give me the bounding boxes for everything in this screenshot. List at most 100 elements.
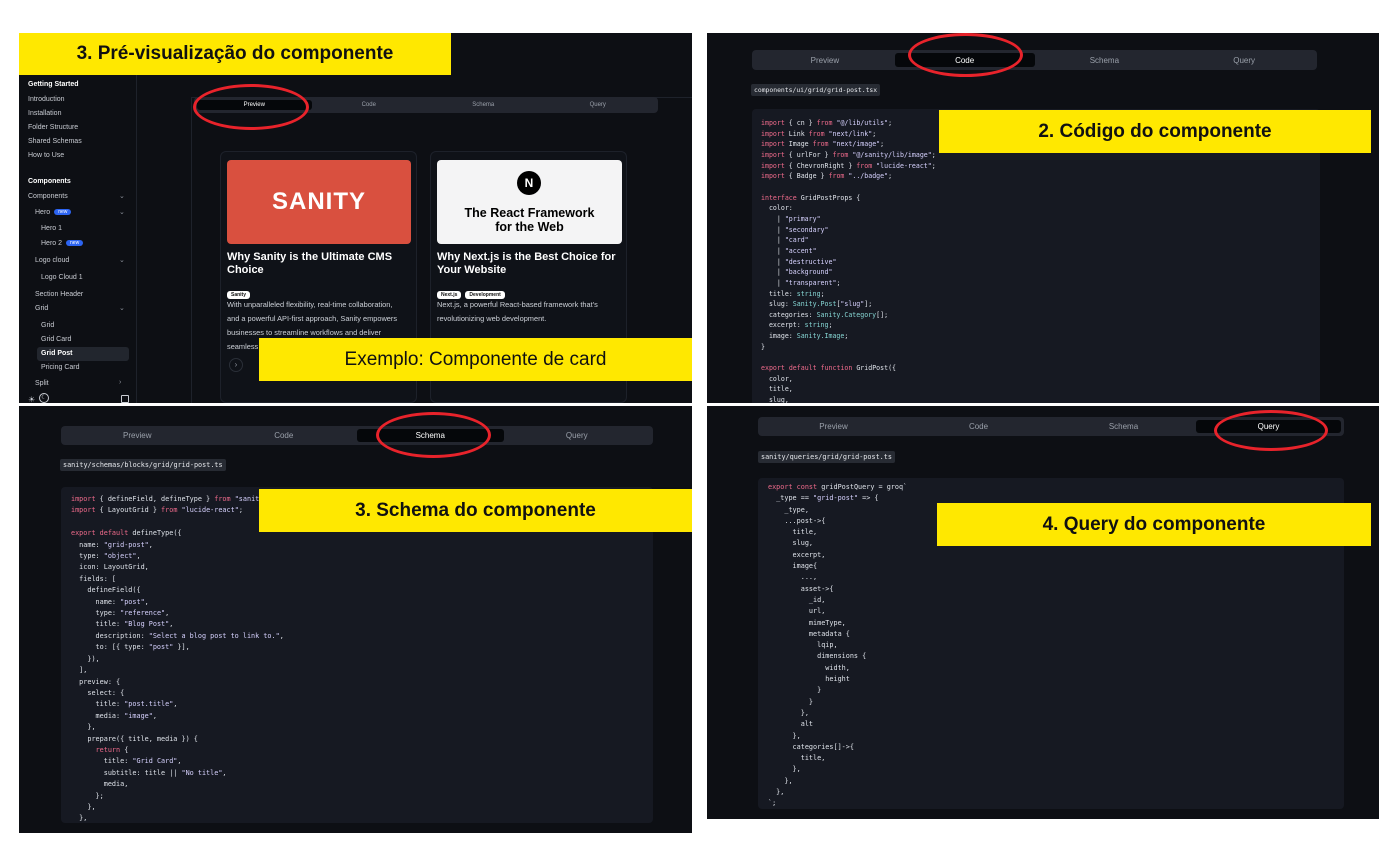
- code-lines: import { cn } from "@/lib/utils"; import …: [761, 118, 1311, 403]
- sidebar-item-grid-card[interactable]: Grid Card: [41, 336, 71, 343]
- sidebar-item-pricing-card[interactable]: Pricing Card: [41, 364, 80, 371]
- code-line: slug: Sanity.Post["slug"];: [761, 300, 873, 309]
- code-line: preview: {: [71, 677, 121, 686]
- sidebar-heading-getting-started: Getting Started: [28, 81, 79, 88]
- code-line: return {: [95, 745, 129, 754]
- code-line: subtitle: title || "No title",: [71, 768, 227, 777]
- code-line: _id,: [768, 595, 826, 604]
- sidebar-item-hero-1[interactable]: Hero 1: [41, 225, 62, 232]
- code-line: | "card": [761, 236, 809, 245]
- sidebar-item-components[interactable]: Components: [28, 193, 68, 200]
- preview-banner: 3. Pré-visualização do componente: [19, 33, 451, 75]
- code-line: prepare({ title, media }) {: [71, 734, 198, 743]
- code-line: image{: [768, 562, 818, 571]
- code-line: categories[]->{: [768, 742, 854, 751]
- sidebar: Getting Started Introduction Installatio…: [19, 75, 137, 403]
- code-line: lqip,: [768, 641, 838, 650]
- code-line: | "transparent";: [761, 278, 841, 287]
- code-line: media,: [71, 780, 129, 789]
- code-line: }),: [71, 654, 100, 663]
- code-line: `;: [768, 799, 777, 808]
- card-title: Why Next.js is the Best Choice for Your …: [437, 251, 616, 276]
- excerpt-line: revolutionizing web development.: [437, 314, 547, 323]
- sidebar-item-hero-2-label: Hero 2: [41, 240, 63, 247]
- sidebar-item-split[interactable]: Split: [35, 380, 49, 387]
- sidebar-item-grid-post[interactable]: Grid Post: [41, 350, 73, 357]
- code-line: interface GridPostProps {: [761, 193, 861, 202]
- code-line: width,: [768, 663, 850, 672]
- chevron-down-icon[interactable]: ⌄: [119, 192, 125, 200]
- code-line: name: "post",: [71, 597, 149, 606]
- code-line: };: [71, 791, 104, 800]
- code-line: categories: Sanity.Category[];: [761, 310, 889, 319]
- code-line: select: {: [71, 688, 125, 697]
- sun-icon[interactable]: ☀: [28, 395, 35, 403]
- code-line: title: "post.title",: [71, 700, 178, 709]
- arrow-button-icon[interactable]: ›: [229, 358, 243, 372]
- code-line: },: [768, 731, 801, 740]
- chevron-right-icon[interactable]: ›: [119, 379, 121, 386]
- code-line: }: [761, 342, 765, 351]
- code-line: color:: [761, 204, 793, 213]
- tab-code[interactable]: Code: [211, 429, 358, 442]
- code-line: slug,: [761, 396, 789, 403]
- code-line: },: [71, 814, 88, 823]
- code-block: import { defineField, defineType } from …: [61, 487, 653, 823]
- code-line: type: "object",: [71, 552, 141, 561]
- schema-panel: Preview Code Schema Query sanity/schemas…: [19, 406, 692, 833]
- sidebar-item-folder-structure[interactable]: Folder Structure: [28, 124, 78, 131]
- query-banner: 4. Query do componente: [937, 503, 1371, 546]
- code-line: },: [768, 765, 801, 774]
- tab-query[interactable]: Query: [541, 100, 656, 110]
- sidebar-item-grid-sub[interactable]: Grid: [41, 322, 54, 329]
- code-line: type: "reference",: [71, 609, 170, 618]
- tab-preview[interactable]: Preview: [64, 429, 211, 442]
- code-banner: 2. Código do componente: [939, 110, 1371, 153]
- sidebar-item-hero-label: Hero: [35, 209, 51, 216]
- sidebar-item-hero-2[interactable]: Hero 2 new: [41, 240, 84, 247]
- sanity-logo: SANITY: [271, 188, 366, 215]
- code-line: | "accent": [761, 246, 817, 255]
- file-path: components/ui/grid/grid-post.tsx: [751, 84, 881, 96]
- sidebar-item-installation[interactable]: Installation: [28, 110, 61, 117]
- chevron-down-icon[interactable]: ⌄: [119, 304, 125, 312]
- sidebar-item-section-header[interactable]: Section Header: [35, 291, 83, 298]
- tab-query[interactable]: Query: [504, 429, 651, 442]
- sidebar-item-shared-schemas[interactable]: Shared Schemas: [28, 138, 82, 145]
- new-badge: new: [54, 209, 72, 216]
- sidebar-item-hero[interactable]: Hero new: [35, 209, 72, 216]
- sidebar-item-introduction[interactable]: Introduction: [28, 96, 65, 103]
- code-line: title: string;: [761, 289, 825, 298]
- tab-code[interactable]: Code: [906, 420, 1051, 433]
- sidebar-item-grid[interactable]: Grid: [35, 305, 48, 312]
- excerpt-line: With unparalleled flexibility, real-time…: [227, 300, 393, 309]
- code-line: mimeType,: [768, 618, 846, 627]
- tab-schema[interactable]: Schema: [426, 100, 541, 110]
- chevron-down-icon[interactable]: ⌄: [119, 256, 125, 264]
- tabs-bar: Preview Code Schema Query: [752, 50, 1317, 70]
- code-line: | "primary": [761, 214, 821, 223]
- code-line: export const gridPostQuery = groq`: [768, 483, 908, 491]
- tab-schema[interactable]: Schema: [1051, 420, 1196, 433]
- tab-query[interactable]: Query: [1174, 53, 1314, 67]
- tab-code[interactable]: Code: [312, 100, 427, 110]
- card-image-nextjs: N The React Framework for the Web: [437, 160, 622, 244]
- sidebar-item-logo-cloud-1[interactable]: Logo Cloud 1: [41, 274, 83, 281]
- headline-line: for the Web: [495, 220, 564, 234]
- code-line: },: [768, 708, 809, 717]
- chevron-down-icon[interactable]: ⌄: [119, 208, 125, 216]
- moon-icon[interactable]: ☾: [39, 393, 49, 403]
- tab-schema[interactable]: Schema: [1035, 53, 1175, 67]
- tab-preview[interactable]: Preview: [761, 420, 906, 433]
- code-line: },: [768, 788, 785, 797]
- code-line: | "background": [761, 268, 833, 277]
- card-image-sanity: SANITY: [227, 160, 411, 244]
- tab-preview[interactable]: Preview: [755, 53, 895, 67]
- card-title: Why Sanity is the Ultimate CMS Choice: [227, 251, 393, 276]
- sidebar-item-logo-cloud[interactable]: Logo cloud: [35, 257, 69, 264]
- excerpt-line: and a powerful API-first approach, Sanit…: [227, 314, 398, 323]
- sidebar-toggle-icon[interactable]: [121, 395, 129, 403]
- schema-banner: 3. Schema do componente: [259, 489, 692, 532]
- sidebar-item-how-to-use[interactable]: How to Use: [28, 152, 64, 159]
